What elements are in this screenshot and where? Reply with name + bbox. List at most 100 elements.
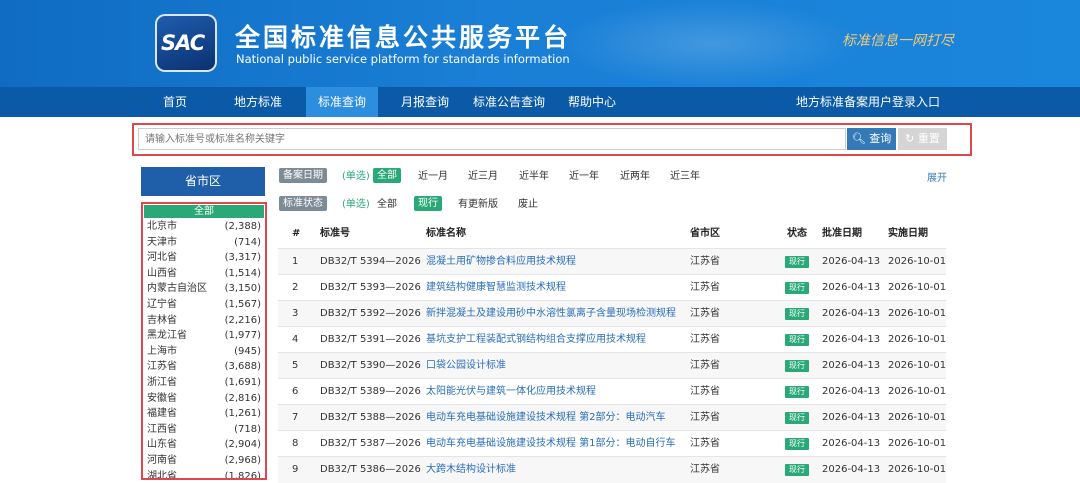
table-row: 3 DB32/T 5392—2026 新拌混凝土及建设用砂中水溶性氯离子含量现场检测… (278, 300, 946, 327)
cell-num: 5 (292, 360, 299, 371)
filter-date-1y[interactable]: 近一年 (569, 169, 599, 184)
cell-region: 江苏省 (690, 282, 720, 293)
cell-code: DB32/T 5389—2026 (320, 386, 421, 397)
table-row: 2 DB32/T 5393—2026 建筑结构健康智慧监测技术规程 江苏省 2026-0… (278, 274, 946, 301)
province-name: 山西省 (147, 267, 177, 279)
cell-name[interactable]: 太阳能光伏与建筑一体化应用技术规程 (426, 379, 596, 405)
cell-approved: 2026-04-13 (822, 360, 881, 371)
province-count: (2,216) (224, 314, 261, 326)
province-count: (1,977) (224, 330, 261, 342)
province-item[interactable]: 天津市 (714) (147, 235, 261, 250)
filter-label-status: 标准状态 (279, 196, 327, 211)
cell-code: DB32/T 5394—2026 (320, 256, 421, 267)
filter-date-1m[interactable]: 近一月 (418, 169, 448, 184)
filter-hint-status: (单选) (342, 199, 370, 210)
cell-code: DB32/T 5391—2026 (320, 334, 421, 345)
col-header-effective[interactable]: 实施日期 (888, 220, 928, 248)
province-item[interactable]: 江苏省 (3,688) (147, 359, 261, 374)
table-row: 4 DB32/T 5391—2026 基坑支护工程装配式钢结构组合支撑应用技术规程 江… (278, 326, 946, 353)
cell-name[interactable]: 新拌混凝土及建设用砂中水溶性氯离子含量现场检测规程 (426, 301, 676, 327)
cell-num: 7 (292, 412, 299, 423)
col-header-code[interactable]: 标准号 (320, 220, 350, 248)
province-count: (1,514) (224, 267, 261, 279)
cell-name[interactable]: 基坑支护工程装配式钢结构组合支撑应用技术规程 (426, 327, 646, 353)
filter-hint-date: (单选) (342, 171, 370, 182)
cell-name[interactable]: 混凝土用矿物掺合料应用技术规程 (426, 249, 576, 275)
cell-code: DB32/T 5387—2026 (320, 438, 421, 449)
province-count: (3,150) (224, 283, 261, 295)
cell-approved: 2026-04-13 (822, 464, 881, 475)
cell-name[interactable]: 建筑结构健康智慧监测技术规程 (426, 275, 566, 301)
filter-date-6m[interactable]: 近半年 (519, 169, 549, 184)
table-row: 7 DB32/T 5388—2026 电动车充电基础设施建设技术规程 第2部分：电动… (278, 404, 946, 431)
province-count: (3,688) (224, 361, 261, 373)
province-item[interactable]: 湖北省 (1,826) (147, 469, 261, 478)
cell-name[interactable]: 电动车充电基础设施建设技术规程 第2部分：电动汽车 (426, 405, 666, 431)
cell-num: 3 (292, 308, 299, 319)
filter-status-current[interactable]: 现行 (414, 196, 442, 211)
filter-date-2y[interactable]: 近两年 (620, 169, 650, 184)
province-count: (1,826) (224, 470, 261, 478)
cell-effective: 2026-10-01 (888, 360, 947, 371)
province-name: 河北省 (147, 252, 177, 264)
cell-effective: 2026-10-01 (888, 412, 947, 423)
expand-link[interactable]: 展开 (927, 169, 947, 184)
filter-status-abolished[interactable]: 废止 (518, 197, 538, 212)
table-row: 9 DB32/T 5386—2026 大跨木结构设计标准 江苏省 2026-04-13 2… (278, 456, 946, 483)
province-item[interactable]: 河北省 (3,317) (147, 250, 261, 265)
province-count: (2,388) (224, 221, 261, 232)
cell-name[interactable]: 大跨木结构设计标准 (426, 457, 516, 483)
cell-region: 江苏省 (690, 360, 720, 371)
province-name: 安徽省 (147, 392, 177, 404)
col-header-status[interactable]: 状态 (787, 220, 807, 248)
cell-num: 6 (292, 386, 299, 397)
province-name: 浙江省 (147, 377, 177, 388)
filter-date-3y[interactable]: 近三年 (670, 169, 700, 184)
status-badge: 现行 (785, 464, 809, 476)
province-item[interactable]: 吉林省 (2,216) (147, 313, 261, 328)
province-item[interactable]: 福建省 (1,261) (147, 406, 261, 421)
province-name: 湖北省 (147, 470, 177, 478)
province-item[interactable]: 河南省 (2,968) (147, 453, 261, 468)
cell-approved: 2026-04-13 (822, 334, 881, 345)
province-item[interactable]: 山东省 (2,904) (147, 437, 261, 452)
province-name: 内蒙古自治区 (147, 283, 207, 295)
cell-region: 江苏省 (690, 334, 720, 345)
province-item[interactable]: 安徽省 (2,816) (147, 391, 261, 406)
province-item[interactable]: 上海市 (945) (147, 344, 261, 359)
cell-region: 江苏省 (690, 386, 720, 397)
col-header-region[interactable]: 省市区 (690, 220, 720, 248)
cell-code: DB32/T 5393—2026 (320, 282, 421, 293)
province-item[interactable]: 内蒙古自治区 (3,150) (147, 281, 261, 296)
cell-approved: 2026-04-13 (822, 386, 881, 397)
status-badge: 现行 (785, 334, 809, 346)
province-name: 辽宁省 (147, 299, 177, 310)
province-item[interactable]: 江西省 (718) (147, 422, 261, 437)
table-row: 5 DB32/T 5390—2026 口袋公园设计标准 江苏省 2026-04-13 20… (278, 352, 946, 379)
province-item[interactable]: 山西省 (1,514) (147, 266, 261, 281)
province-count: (1,567) (224, 299, 261, 310)
province-item[interactable]: 黑龙江省 (1,977) (147, 328, 261, 343)
status-badge: 现行 (785, 256, 809, 268)
filter-date-all[interactable]: 全部 (373, 168, 401, 183)
cell-approved: 2026-04-13 (822, 438, 881, 449)
filter-date-3m[interactable]: 近三月 (468, 169, 498, 184)
province-item[interactable]: 浙江省 (1,691) (147, 375, 261, 390)
col-header-name[interactable]: 标准名称 (426, 220, 466, 248)
col-header-approved[interactable]: 批准日期 (822, 220, 862, 248)
cell-region: 江苏省 (690, 464, 720, 475)
province-name: 北京市 (147, 221, 177, 232)
cell-name[interactable]: 电动车充电基础设施建设技术规程 第1部分：电动自行车 (426, 431, 676, 457)
filter-status-all[interactable]: 全部 (377, 197, 397, 212)
province-name: 河南省 (147, 455, 177, 466)
province-item[interactable]: 北京市 (2,388) (147, 219, 261, 234)
province-count: (718) (234, 423, 261, 435)
cell-effective: 2026-10-01 (888, 256, 947, 267)
filter-status-updated[interactable]: 有更新版 (458, 197, 498, 212)
cell-name[interactable]: 口袋公园设计标准 (426, 353, 506, 379)
cell-num: 8 (292, 438, 299, 449)
cell-approved: 2026-04-13 (822, 308, 881, 319)
cell-region: 江苏省 (690, 412, 720, 423)
province-item[interactable]: 辽宁省 (1,567) (147, 297, 261, 312)
cell-num: 9 (292, 464, 299, 475)
